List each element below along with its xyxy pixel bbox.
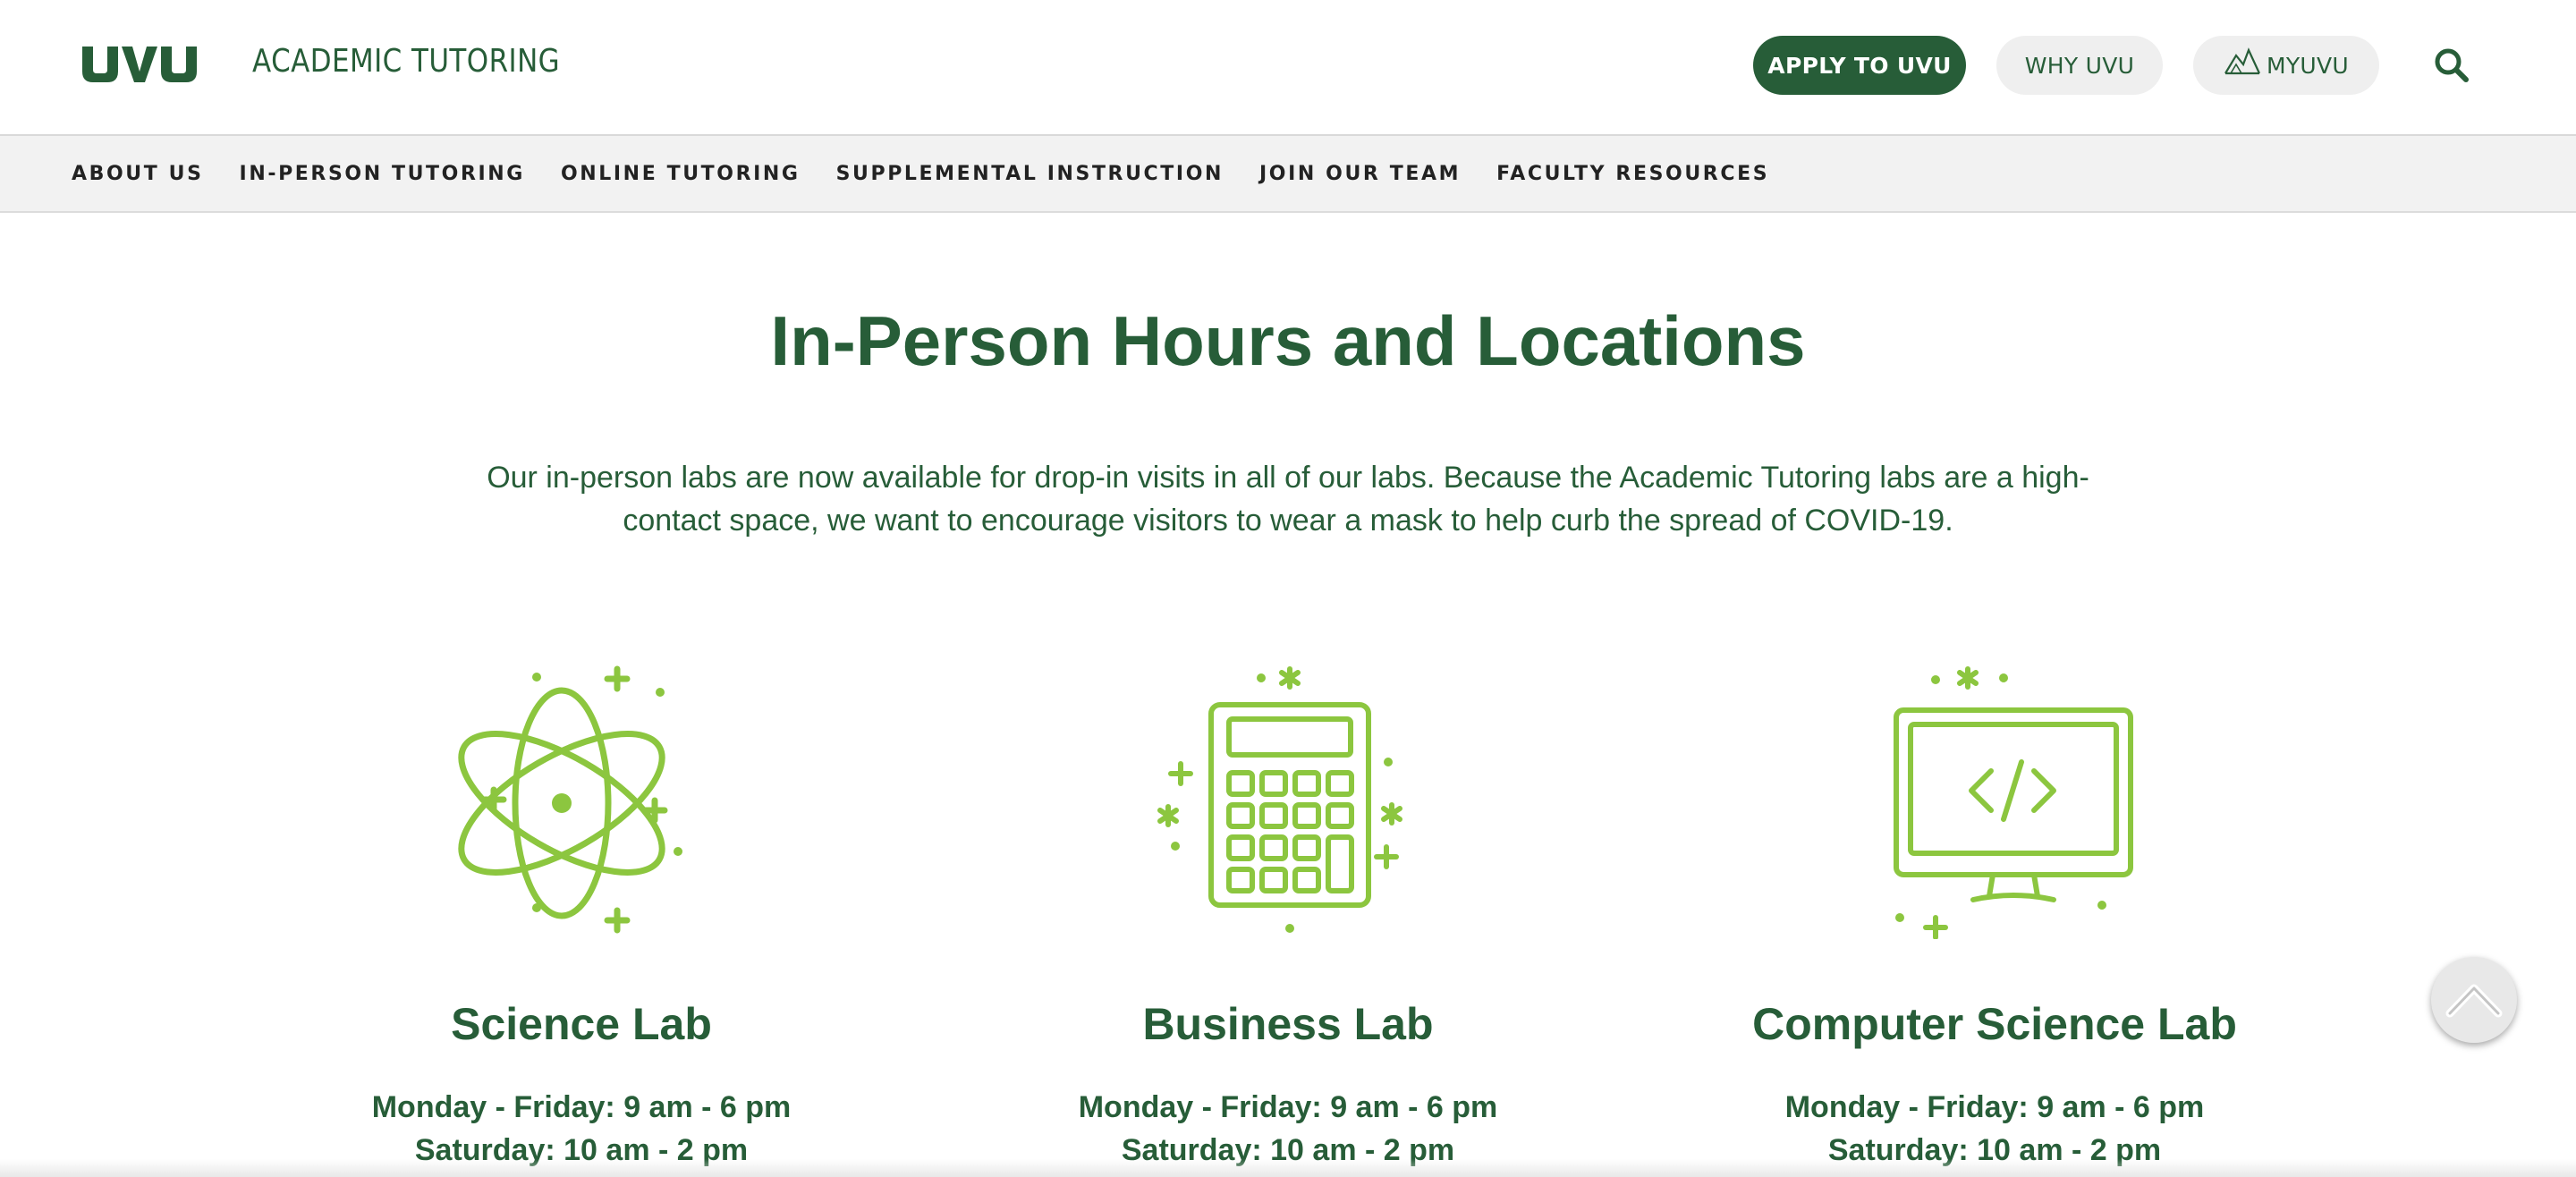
lab-card-computer-science: Computer Science Lab Monday - Friday: 9 … xyxy=(1637,662,2352,1167)
lab-card-business: Business Lab Monday - Friday: 9 am - 6 p… xyxy=(930,662,1646,1167)
apply-button[interactable]: APPLY TO UVU xyxy=(1753,36,1966,95)
nav-item-about-us[interactable]: ABOUT US xyxy=(72,163,204,185)
mountain-icon xyxy=(2224,47,2260,75)
atom-icon xyxy=(458,665,682,934)
lab-card-science: Science Lab Monday - Friday: 9 am - 6 pm… xyxy=(224,662,939,1167)
lab-name: Computer Science Lab xyxy=(1752,999,2237,1049)
computer-code-icon xyxy=(1894,666,2133,939)
uvu-logo[interactable] xyxy=(79,43,200,84)
why-uvu-button[interactable]: WHY UVU xyxy=(1996,36,2163,95)
nav-item-in-person-tutoring[interactable]: IN-PERSON TUTORING xyxy=(240,163,525,185)
site-title[interactable]: ACADEMIC TUTORING xyxy=(252,43,560,80)
chevron-up-icon xyxy=(2445,984,2503,1018)
back-to-top-button[interactable] xyxy=(2431,957,2517,1043)
intro-paragraph: Our in-person labs are now available for… xyxy=(487,461,2089,538)
nav-item-supplemental-instruction[interactable]: SUPPLEMENTAL INSTRUCTION xyxy=(836,163,1224,185)
myuvu-button[interactable]: MYUVU xyxy=(2193,36,2379,95)
search-button[interactable] xyxy=(2429,43,2474,88)
site-header: ACADEMIC TUTORING APPLY TO UVU WHY UVU M… xyxy=(0,0,2576,136)
main-nav: ABOUT US IN-PERSON TUTORING ONLINE TUTOR… xyxy=(0,136,2576,213)
lab-hours-weekday: Monday - Friday: 9 am - 6 pm xyxy=(1078,1090,1498,1124)
lab-name: Business Lab xyxy=(1142,999,1434,1049)
page-title: In-Person Hours and Locations xyxy=(770,301,1806,380)
calculator-icon xyxy=(1157,666,1402,933)
myuvu-label: MYUVU xyxy=(2266,52,2350,79)
lab-name: Science Lab xyxy=(451,999,712,1049)
search-icon xyxy=(2435,48,2469,82)
nav-item-faculty-resources[interactable]: FACULTY RESOURCES xyxy=(1496,163,1769,185)
lab-hours-weekday: Monday - Friday: 9 am - 6 pm xyxy=(1784,1090,2205,1124)
nav-item-online-tutoring[interactable]: ONLINE TUTORING xyxy=(561,163,801,185)
lab-hours-weekday: Monday - Friday: 9 am - 6 pm xyxy=(371,1090,792,1124)
footer-shadow xyxy=(0,1159,2576,1177)
nav-item-join-our-team[interactable]: JOIN OUR TEAM xyxy=(1259,163,1461,185)
